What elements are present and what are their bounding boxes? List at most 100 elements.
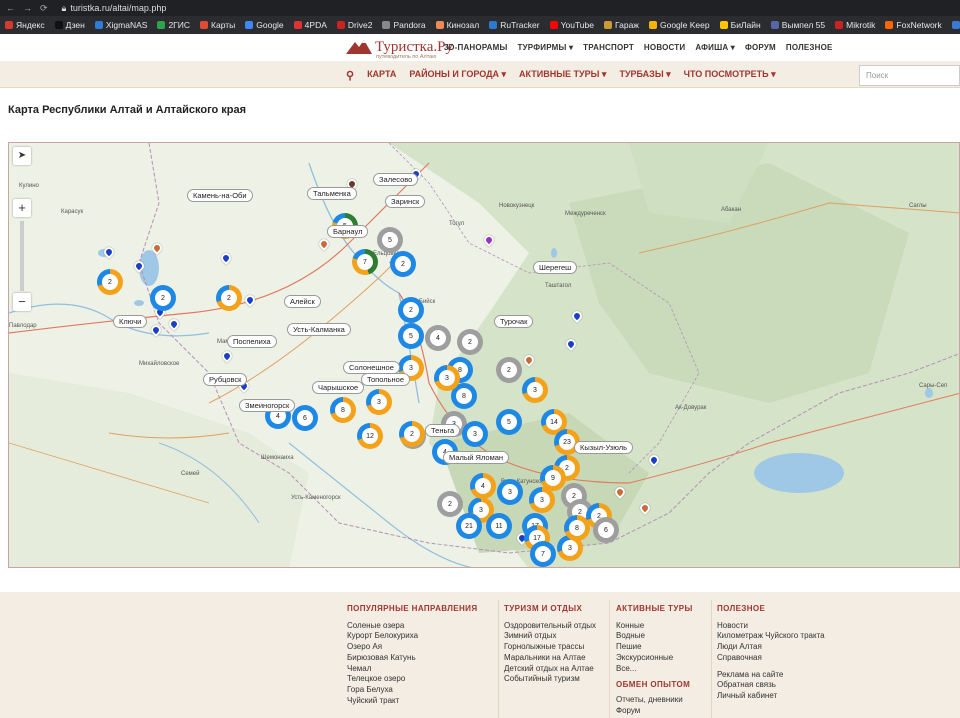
map-cluster[interactable]: 7	[530, 541, 556, 567]
bookmark-item[interactable]: Яндекс	[0, 20, 50, 30]
map-cluster[interactable]: 6	[593, 517, 619, 543]
map-location-label[interactable]: Ключи	[113, 315, 148, 328]
bookmark-item[interactable]: БиЛайн	[715, 20, 766, 30]
top-menu-item[interactable]: НОВОСТИ	[644, 43, 685, 52]
forward-icon[interactable]: →	[23, 3, 32, 14]
footer-link[interactable]: Горнолыжные трассы	[504, 642, 596, 653]
map-location-label[interactable]: Тальменка	[307, 187, 357, 200]
map-cluster[interactable]: 2	[97, 269, 123, 295]
bookmark-item[interactable]: FoxNetwork	[880, 20, 946, 30]
map-cluster[interactable]: 21	[456, 513, 482, 539]
bookmark-item[interactable]: XigmaNAS	[90, 20, 153, 30]
bookmark-item[interactable]: RuTracker	[484, 20, 544, 30]
bookmark-item[interactable]: Дзен	[50, 20, 90, 30]
bookmark-item[interactable]: Mikrotik	[830, 20, 880, 30]
footer-link[interactable]: Чемал	[347, 664, 477, 675]
bookmark-item[interactable]: Кинозал	[431, 20, 485, 30]
map-cluster[interactable]: 4	[425, 325, 451, 351]
map-cluster[interactable]: 11	[486, 513, 512, 539]
map-container[interactable]: ➤ + − Кулино Карасук Павлодар Михайловское С…	[8, 142, 960, 568]
map-location-label[interactable]: Чарышское	[312, 381, 365, 394]
footer-link[interactable]: Новости	[717, 621, 825, 632]
footer-link[interactable]: Обратная связь	[717, 680, 825, 691]
bookmark-item[interactable]: Pandora	[377, 20, 430, 30]
map-cluster[interactable]: 12	[357, 423, 383, 449]
top-menu-item[interactable]: ПОЛЕЗНОЕ	[786, 43, 833, 52]
footer-link[interactable]: Километраж Чуйского тракта	[717, 631, 825, 642]
footer-link[interactable]: Детский отдых на Алтае	[504, 664, 596, 675]
locate-button[interactable]: ➤	[13, 147, 31, 165]
map-cluster[interactable]: 2	[150, 285, 176, 311]
map-cluster[interactable]: 3	[434, 365, 460, 391]
map-cluster[interactable]: 3	[522, 377, 548, 403]
map-cluster[interactable]: 3	[462, 421, 488, 447]
map-location-label[interactable]: Алейск	[284, 295, 321, 308]
reload-icon[interactable]: ⟳	[40, 3, 48, 14]
map-location-label[interactable]: Камень-на-Оби	[187, 189, 253, 202]
footer-link[interactable]: Экскурсионные	[616, 653, 693, 664]
map-cluster[interactable]: 2	[437, 491, 463, 517]
bookmark-item[interactable]: 4PDA	[289, 20, 332, 30]
address-bar[interactable]: 🔒︎ turistka.ru/altai/map.php	[62, 3, 167, 14]
map-cluster[interactable]: 3	[529, 487, 555, 513]
map-location-label[interactable]: Малый Яломан	[443, 451, 510, 464]
footer-link[interactable]: Отчеты, дневники	[616, 695, 693, 706]
footer-link[interactable]: Все...	[616, 664, 693, 675]
footer-link[interactable]: Реклама на сайте	[717, 670, 825, 681]
map-location-label[interactable]: Залесово	[373, 173, 419, 186]
map-location-label[interactable]: Теньга	[425, 424, 461, 437]
main-nav-item[interactable]: КАРТА	[367, 69, 396, 82]
map-location-label[interactable]: Шерегеш	[533, 261, 578, 274]
search-input[interactable]: Поиск	[859, 65, 960, 86]
map-cluster[interactable]: 2	[216, 285, 242, 311]
zoom-in-button[interactable]: +	[13, 199, 31, 217]
map-cluster[interactable]: 2	[399, 421, 425, 447]
map-cluster[interactable]: 5	[398, 323, 424, 349]
footer-link[interactable]: Люди Алтая	[717, 642, 825, 653]
map-cluster[interactable]: 3	[497, 479, 523, 505]
map-location-label[interactable]: Кызыл-Узюль	[574, 441, 633, 454]
bookmark-item[interactable]: Google Keep	[644, 20, 715, 30]
footer-link[interactable]: Курорт Белокуриха	[347, 631, 477, 642]
footer-link[interactable]: Чуйский тракт	[347, 696, 477, 707]
map-location-label[interactable]: Рубцовск	[203, 373, 248, 386]
footer-link[interactable]: Зимний отдых	[504, 631, 596, 642]
bookmark-item[interactable]: Вымпел 55	[766, 20, 830, 30]
site-logo[interactable]: Туристка.Ру путеводитель по Алтаю	[346, 38, 453, 60]
map-cluster[interactable]: 3	[366, 389, 392, 415]
bookmark-item[interactable]: 2ГИС	[152, 20, 195, 30]
footer-link[interactable]: Справочная	[717, 653, 825, 664]
footer-link[interactable]: Форум	[616, 706, 693, 717]
top-menu-item[interactable]: ТУРФИРМЫ ▾	[518, 43, 574, 52]
map-cluster[interactable]: 6	[292, 405, 318, 431]
main-nav-item[interactable]: ЧТО ПОСМОТРЕТЬ ▾	[684, 69, 776, 82]
map-cluster[interactable]: 2	[398, 297, 424, 323]
top-menu-item[interactable]: ТРАНСПОРТ	[583, 43, 634, 52]
footer-link[interactable]: Бирюзовая Катунь	[347, 653, 477, 664]
footer-link[interactable]: Соленые озера	[347, 621, 477, 632]
footer-link[interactable]: Событийный туризм	[504, 674, 596, 685]
map-location-label[interactable]: Барнаул	[327, 225, 369, 238]
back-icon[interactable]: ←	[6, 3, 15, 14]
main-nav-item[interactable]: ТУРБАЗЫ ▾	[619, 69, 670, 82]
bookmark-item[interactable]: Google	[240, 20, 288, 30]
footer-link[interactable]: Телецкое озеро	[347, 674, 477, 685]
top-menu-item[interactable]: ФОРУМ	[745, 43, 776, 52]
map-location-label[interactable]: Змеиногорск	[239, 399, 296, 412]
bookmark-item[interactable]: Гараж	[599, 20, 644, 30]
footer-link[interactable]: Маральники на Алтае	[504, 653, 596, 664]
map-cluster[interactable]: 5	[377, 227, 403, 253]
map-cluster[interactable]: 7	[352, 249, 378, 275]
map-cluster[interactable]: 2	[496, 357, 522, 383]
map-location-label[interactable]: Усть-Калманка	[287, 323, 351, 336]
map-cluster[interactable]: 5	[496, 409, 522, 435]
footer-link[interactable]: Водные	[616, 631, 693, 642]
bookmark-item[interactable]: Карты	[195, 20, 240, 30]
bookmark-item[interactable]: Drive2	[332, 20, 378, 30]
map-cluster[interactable]: 2	[390, 251, 416, 277]
footer-link[interactable]: Конные	[616, 621, 693, 632]
main-nav-item[interactable]: АКТИВНЫЕ ТУРЫ ▾	[519, 69, 606, 82]
map-location-label[interactable]: Заринск	[385, 195, 426, 208]
map-cluster[interactable]: 8	[330, 397, 356, 423]
map-location-label[interactable]: Поспелиха	[227, 335, 277, 348]
